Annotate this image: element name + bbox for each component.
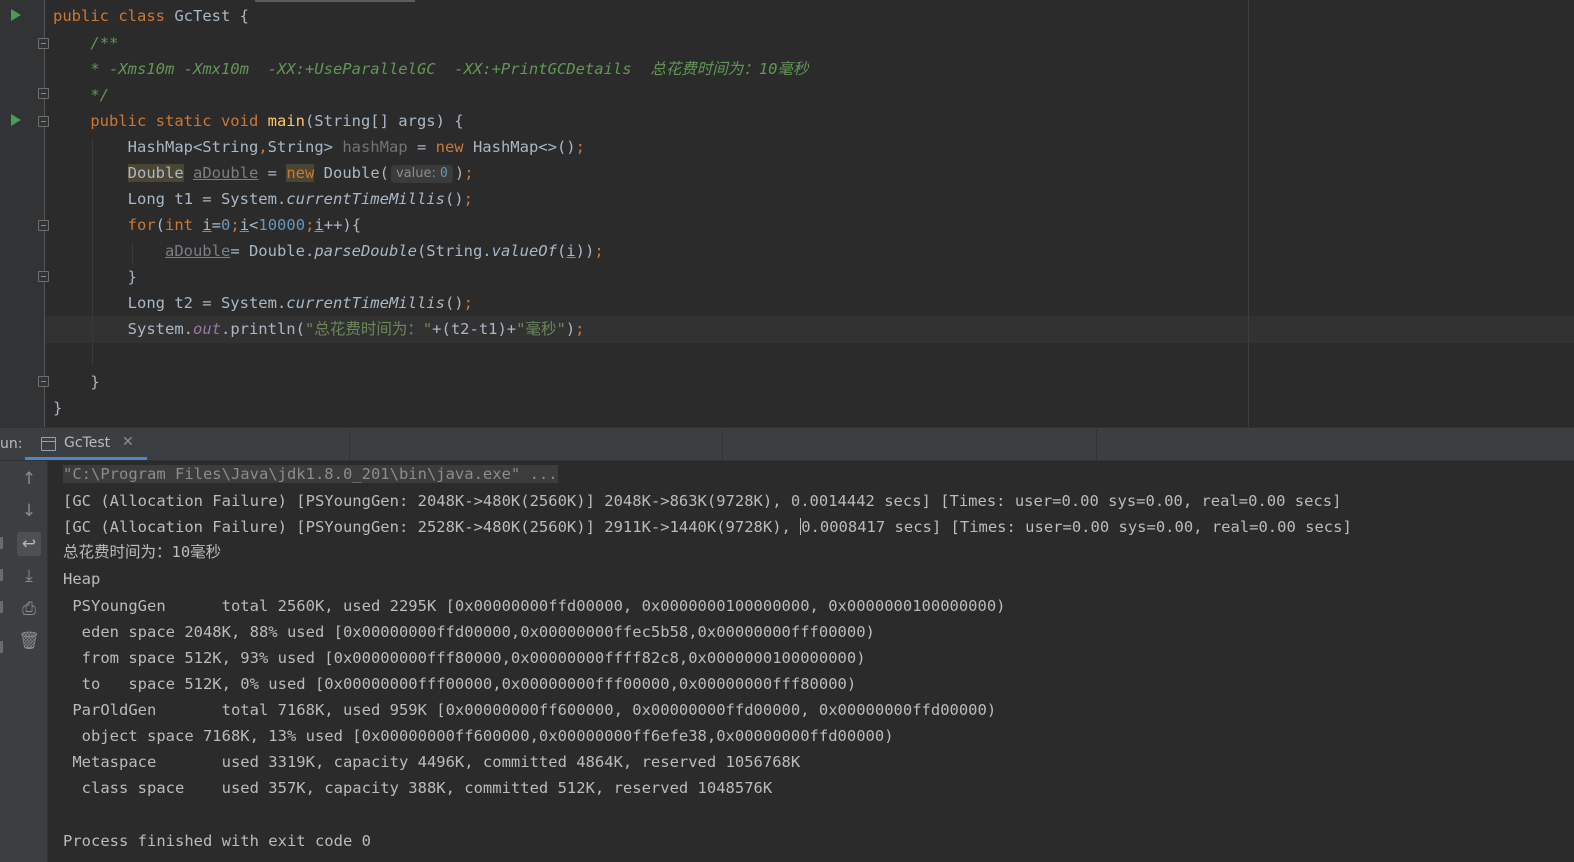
tab-active-indicator (25, 457, 147, 460)
tab-divider (1096, 430, 1097, 460)
code-line: * -Xms10m -Xmx10m -XX:+UseParallelGC -XX… (53, 56, 808, 82)
gutter-divider (44, 0, 45, 428)
code-line: for(int i=0;i<10000;i++){ (127, 216, 362, 234)
down-arrow-icon[interactable]: ↓ (17, 499, 41, 523)
toolbar-edge-mark (0, 569, 3, 581)
run-main-icon[interactable] (11, 114, 21, 126)
console-line: [GC (Allocation Failure) [PSYoungGen: 25… (63, 518, 1362, 536)
toolbar-edge-mark (0, 641, 3, 653)
code-line: HashMap<String,String> hashMap = new Has… (53, 138, 585, 156)
class-name: GcTest (174, 7, 231, 25)
fold-icon[interactable] (38, 220, 49, 231)
toolbar-edge-mark (0, 601, 3, 613)
close-icon[interactable]: ✕ (122, 434, 134, 450)
loop-limit: 10000 (258, 216, 306, 234)
tab-gctest[interactable]: GcTest ✕ (25, 430, 147, 460)
trash-icon[interactable]: 🗑 (17, 629, 41, 653)
toolbar-edge-mark (0, 537, 3, 549)
fold-icon[interactable] (38, 116, 49, 127)
print-icon[interactable]: ⎙ (17, 597, 41, 621)
comment-body: * -Xms10m -Xmx10m -XX:+UseParallelGC -XX… (81, 60, 809, 78)
command-line: "C:\Program Files\Java\jdk1.8.0_201\bin\… (63, 465, 558, 483)
code-line: } (53, 373, 100, 391)
code-line: /** (53, 30, 118, 56)
fold-icon[interactable] (38, 88, 49, 99)
console-line: Heap (63, 570, 101, 588)
run-class-icon[interactable] (11, 9, 21, 21)
editor-tab-strip-edge (255, 0, 415, 2)
console-line: Process finished with exit code 0 (63, 832, 371, 850)
soft-wrap-icon[interactable]: ↩ (17, 532, 41, 556)
console-toolbar: ↑ ↓ ↩ ⤓ ⎙ 🗑 (0, 461, 48, 862)
fold-icon[interactable] (38, 376, 49, 387)
console-line: Metaspace used 3319K, capacity 4496K, co… (63, 753, 801, 771)
tab-label: GcTest (64, 435, 111, 451)
console-output[interactable]: "C:\Program Files\Java\jdk1.8.0_201\bin\… (48, 461, 1574, 862)
parameter-hint: value: 0 (390, 165, 453, 183)
console-line: ParOldGen total 7168K, used 959K [0x0000… (63, 701, 997, 719)
code-line: } (53, 399, 63, 417)
console-line: class space used 357K, capacity 388K, co… (63, 779, 773, 797)
code-editor[interactable]: public class GcTest { /** * -Xms10m -Xmx… (0, 0, 1574, 428)
up-arrow-icon[interactable]: ↑ (17, 467, 41, 491)
console-line: PSYoungGen total 2560K, used 2295K [0x00… (63, 597, 1006, 615)
console-line: from space 512K, 93% used [0x00000000fff… (63, 649, 866, 667)
code-line: Double aDouble = new Double(value: 0); (127, 164, 474, 183)
tab-divider (349, 430, 350, 460)
code-line: Long t1 = System.currentTimeMillis(); (53, 190, 473, 208)
code-line: */ (53, 82, 109, 108)
code-line: aDouble= Double.parseDouble(String.value… (164, 242, 604, 260)
console-line: 总花费时间为：10毫秒 (63, 543, 222, 561)
fold-icon[interactable] (38, 38, 49, 49)
comment-close: */ (81, 86, 109, 104)
console-line: to space 512K, 0% used [0x00000000fff000… (63, 675, 857, 693)
run-label: un: (0, 436, 23, 452)
editor-gutter (0, 0, 45, 428)
comment-open: /** (90, 34, 119, 52)
code-line: public class GcTest { (53, 7, 249, 25)
console-line: "C:\Program Files\Java\jdk1.8.0_201\bin\… (63, 461, 558, 487)
run-tab-bar: un: GcTest ✕ (0, 430, 1574, 461)
code-line: } (53, 268, 137, 286)
tab-divider (722, 430, 723, 460)
scroll-to-end-icon[interactable]: ⤓ (17, 564, 41, 588)
code-line: Long t2 = System.currentTimeMillis(); (53, 294, 473, 312)
right-margin-guide (1248, 0, 1249, 428)
code-line: public static void main(String[] args) { (90, 112, 464, 130)
console-line: eden space 2048K, 88% used [0x00000000ff… (63, 623, 875, 641)
fold-icon[interactable] (38, 271, 49, 282)
code-line: System.out.println("总花费时间为："+(t2-t1)+"毫秒… (53, 320, 585, 338)
console-line: [GC (Allocation Failure) [PSYoungGen: 20… (63, 492, 1351, 510)
console-window-icon (41, 437, 56, 451)
console-line: object space 7168K, 13% used [0x00000000… (63, 727, 894, 745)
